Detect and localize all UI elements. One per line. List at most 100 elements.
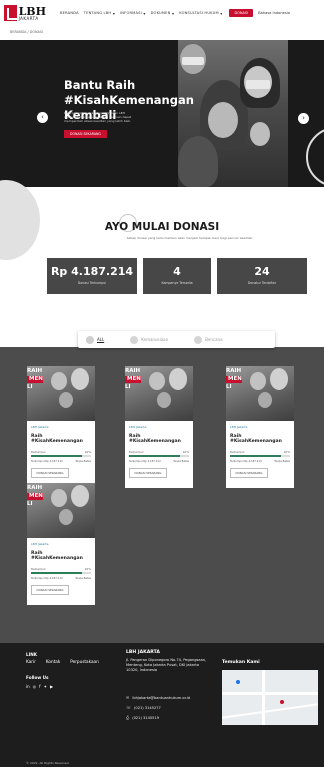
footer-map[interactable] [222, 670, 318, 725]
footer-email[interactable]: ✉ lbhjakarta@bantuanhukum.or.id [126, 695, 190, 700]
campaign-progress-fill [230, 455, 281, 457]
footer-link-title: LINK [26, 652, 37, 657]
logo-text: LBH [18, 4, 46, 18]
facebook-icon[interactable]: f [39, 684, 40, 689]
campaign-card[interactable]: RAIHMENANGANLI LBH Jakarta Raih #KisahKeme… [226, 366, 294, 488]
hero-banner: Bantu Raih #KisahKemenangan Kembali Prog… [0, 40, 324, 187]
campaign-percent: 10% [283, 450, 290, 454]
campaign-percent: 10% [84, 567, 91, 571]
twitter-icon[interactable]: ✦ [44, 684, 47, 689]
donasi-button[interactable]: DONASI [229, 9, 254, 17]
hero-donate-button[interactable]: DONASI SEKARANG [64, 130, 107, 138]
map-pin-icon [280, 700, 284, 704]
decorative-blob [0, 180, 40, 260]
campaign-card[interactable]: RAIHMENANGANLI LBH Jakarta Raih #KisahKeme… [27, 366, 95, 488]
campaign-image: RAIHMENANGANLI [125, 366, 193, 421]
campaign-days: Tanpa Batas [75, 577, 91, 580]
breadcrumb: BERANDA / DONASI [10, 30, 43, 34]
nav-item-tentang[interactable]: TENTANG LBH ▾ [84, 11, 115, 16]
stat-kampanye: 4 Kampanye Tersedia [143, 258, 211, 294]
campaign-progress-fill [129, 455, 180, 457]
youtube-icon[interactable]: ▶ [50, 684, 53, 689]
mail-icon: ✉ [126, 695, 130, 700]
filter-bencana[interactable]: Bencana [194, 335, 223, 344]
campaign-progress-bar [129, 455, 189, 457]
campaign-image: RAIHMENANGANLI [226, 366, 294, 421]
radio-icon [194, 335, 203, 344]
campaign-org: LBH Jakarta [230, 425, 248, 429]
campaign-amount: Terkumpul Rp 4.187.214 [230, 460, 262, 463]
campaign-amount: Terkumpul Rp 4.187.214 [31, 577, 63, 580]
stat-donasi-terkumpul: Rp 4.187.214 Donasi Terkumpul [47, 258, 137, 294]
campaign-org: LBH Jakarta [31, 425, 49, 429]
carousel-prev-icon[interactable]: ‹ [37, 112, 48, 123]
stat-donatur: 24 Donatur Terdaftar [217, 258, 307, 294]
logo[interactable]: LBH JAKARTA [4, 2, 46, 24]
campaign-title[interactable]: Raih #KisahKemenangan [129, 434, 189, 444]
campaign-donate-button[interactable]: DONASI SEKARANG [31, 468, 69, 478]
footer-link-kontak[interactable]: Kontak [46, 659, 60, 664]
chevron-down-icon: ▾ [112, 10, 116, 16]
campaign-donate-button[interactable]: DONASI SEKARANG [31, 585, 69, 595]
nav-item-dokumen[interactable]: DOKUMEN ▾ [151, 11, 175, 16]
campaign-progress-bar [31, 455, 91, 457]
stats-row: Rp 4.187.214 Donasi Terkumpul 4 Kampanye… [47, 258, 307, 294]
campaign-percent: 10% [182, 450, 189, 454]
logo-icon [4, 5, 17, 21]
social-icons: in ◎ f ✦ ▶ [26, 684, 53, 689]
campaign-days: Tanpa Batas [75, 460, 91, 463]
campaign-title[interactable]: Raih #KisahKemenangan [31, 551, 91, 561]
campaign-card[interactable]: RAIHMENANGANLI LBH Jakarta Raih #KisahKeme… [125, 366, 193, 488]
chevron-down-icon: ▾ [220, 10, 223, 16]
nav-item-informasi[interactable]: INFORMASI ▾ [120, 11, 146, 16]
header: LBH JAKARTA BERANDA TENTANG LBH ▾ INFORMA… [0, 0, 324, 26]
instagram-icon[interactable]: ◎ [33, 684, 37, 689]
campaign-collected-label: Terkumpul [230, 450, 245, 454]
campaign-org: LBH Jakarta [31, 542, 49, 546]
carousel-next-icon[interactable]: › [298, 113, 309, 124]
footer: LINK Karir Kontak Perpustakaan Follow Us… [0, 643, 324, 759]
donasi-title: AYO MULAI DONASI [104, 221, 220, 233]
campaign-donate-button[interactable]: DONASI SEKARANG [230, 468, 268, 478]
campaign-progress-bar [230, 455, 290, 457]
footer-find-title: Temukan Kami [222, 660, 260, 665]
footer-links: Karir Kontak Perpustakaan [26, 659, 99, 664]
main-nav: BERANDA TENTANG LBH ▾ INFORMASI ▾ DOKUMEN ▾… [60, 9, 254, 17]
footer-phone[interactable]: ☏ (021) 3145277 [126, 705, 161, 710]
fax-icon: ⎙ [126, 715, 130, 720]
campaign-org: LBH Jakarta [129, 425, 147, 429]
campaign-collected-label: Terkumpul [129, 450, 144, 454]
campaign-title[interactable]: Raih #KisahKemenangan [230, 434, 290, 444]
campaign-title[interactable]: Raih #KisahKemenangan [31, 434, 91, 444]
campaign-days: Tanpa Batas [173, 460, 189, 463]
language-switch[interactable]: Bahasa Indonesia [258, 11, 290, 15]
hero-description: Program ini dirancang agar Yayasan LBH I… [64, 111, 132, 123]
decorative-ring [306, 127, 324, 187]
campaign-image: RAIHMENANGANLI [27, 366, 95, 421]
campaign-collected-label: Terkumpul [31, 450, 46, 454]
campaign-amount: Terkumpul Rp 4.187.214 [129, 460, 161, 463]
campaign-card[interactable]: RAIHMENANGANLI LBH Jakarta Raih #KisahKeme… [27, 483, 95, 605]
filter-kemanusiaan[interactable]: Kemanusiaan [130, 335, 168, 344]
campaign-collected-label: Terkumpul [31, 567, 46, 571]
footer-fax[interactable]: ⎙ (021) 3145519 [126, 715, 159, 720]
linkedin-icon[interactable]: in [26, 684, 30, 689]
filter-bar: ALL Kemanusiaan Bencana [78, 331, 275, 348]
footer-address: Jl. Pangeran Diponegoro No.74, Pegangsaa… [126, 658, 207, 672]
page: LBH JAKARTA BERANDA TENTANG LBH ▾ INFORMA… [0, 0, 324, 767]
logo-subtext: JAKARTA [18, 15, 39, 21]
campaign-progress-bar [31, 572, 91, 574]
donasi-subtitle: Setiap donasi yang kamu berikan akan men… [126, 236, 254, 240]
footer-link-karir[interactable]: Karir [26, 659, 36, 664]
nav-item-konsultasi[interactable]: KONSULTASI HUKUM ▾ [179, 11, 222, 16]
map-pin-icon [236, 680, 240, 684]
campaign-donate-button[interactable]: DONASI SEKARANG [129, 468, 167, 478]
nav-item-beranda[interactable]: BERANDA [60, 11, 79, 15]
campaign-days: Tanpa Batas [274, 460, 290, 463]
radio-icon [86, 335, 94, 344]
campaign-progress-fill [31, 572, 82, 574]
footer-link-perpustakaan[interactable]: Perpustakaan [70, 659, 99, 664]
filter-all[interactable]: ALL [86, 335, 104, 344]
radio-icon [130, 335, 139, 344]
footer-follow-title: Follow Us [26, 675, 49, 680]
